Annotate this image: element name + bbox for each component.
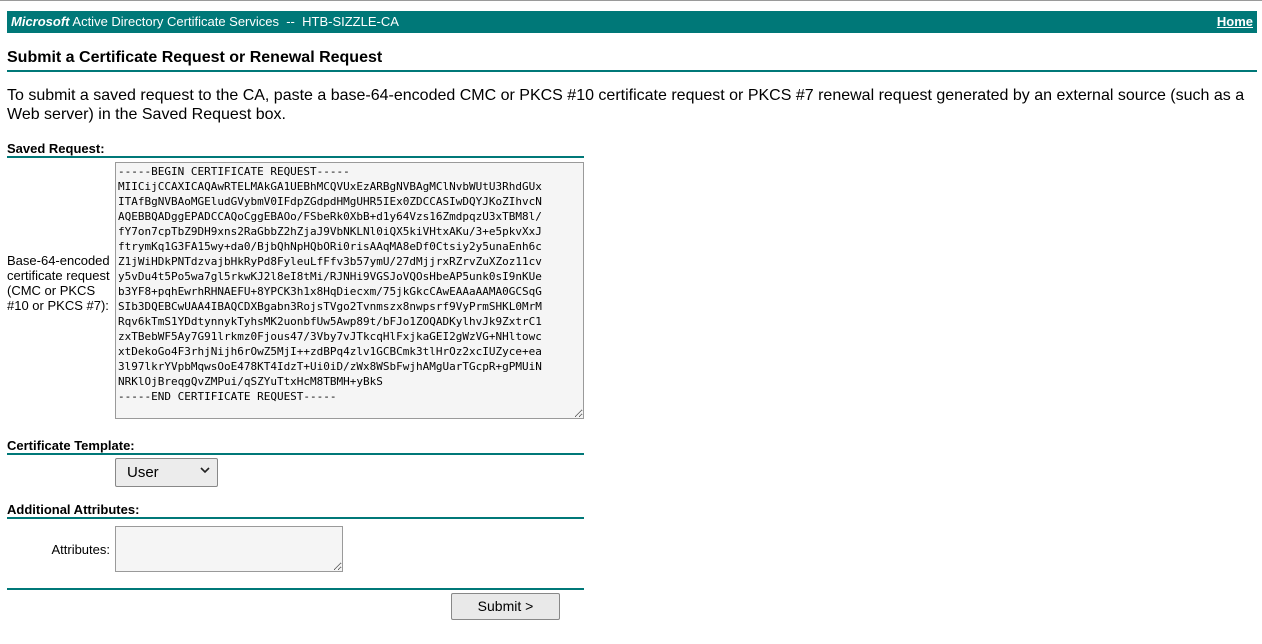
brand-name: Microsoft (11, 14, 70, 29)
submit-button[interactable]: Submit > (451, 593, 560, 620)
app-header-bar: Microsoft Active Directory Certificate S… (7, 11, 1257, 33)
app-title: Microsoft Active Directory Certificate S… (11, 14, 399, 29)
service-title: Active Directory Certificate Services --… (69, 14, 399, 29)
certificate-template-select[interactable]: User (115, 458, 218, 487)
saved-request-heading: Saved Request: (7, 141, 584, 158)
home-link[interactable]: Home (1217, 14, 1253, 29)
certificate-template-heading: Certificate Template: (7, 438, 584, 455)
attributes-textarea[interactable] (115, 526, 343, 572)
saved-request-textarea[interactable] (115, 162, 584, 419)
browser-top-border (0, 0, 1262, 1)
attributes-field-label: Attributes: (51, 542, 110, 557)
intro-text: To submit a saved request to the CA, pas… (7, 87, 1245, 123)
saved-request-field-label: Base-64-encoded certificate request (CMC… (7, 253, 110, 313)
additional-attributes-heading: Additional Attributes: (7, 502, 584, 519)
page-title: Submit a Certificate Request or Renewal … (7, 49, 1257, 72)
chevron-down-icon (200, 467, 210, 474)
form-divider (7, 588, 584, 590)
certificate-template-selected: User (127, 464, 159, 481)
